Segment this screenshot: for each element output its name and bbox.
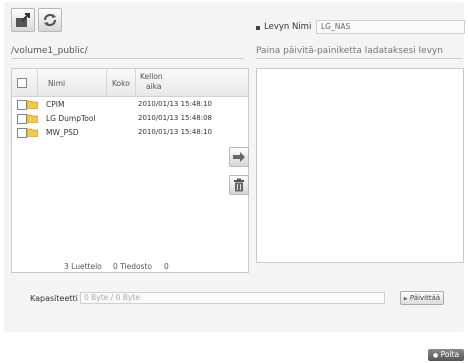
folder-icon	[27, 128, 38, 137]
row-time: 2010/01/13 15:48:08	[138, 114, 213, 122]
play-small-icon: ▶	[403, 296, 408, 302]
upload-icon	[16, 13, 30, 27]
burn-button[interactable]: ● Polta	[428, 349, 464, 361]
file-row[interactable]: LG DumpTool 2010/01/13 15:48:08	[12, 112, 248, 125]
current-path: /volume1_public/	[11, 44, 244, 59]
load-hint: Paina päivitä-painiketta ladataksesi lev…	[256, 44, 462, 59]
column-name-label: Nimi	[48, 79, 66, 88]
disc-file-list	[256, 68, 464, 263]
total-size: 0	[164, 262, 169, 271]
column-time-label-2: aika	[146, 82, 162, 91]
row-checkbox[interactable]	[17, 114, 27, 124]
row-name: MW_PSD	[46, 128, 79, 137]
column-time-label-1: Kellon	[140, 72, 163, 81]
delete-button[interactable]	[229, 175, 249, 195]
folder-icon	[27, 100, 38, 109]
bullet-icon	[256, 26, 260, 30]
row-name: CPIM	[46, 100, 65, 109]
select-all-checkbox[interactable]	[17, 78, 27, 88]
refresh-icon	[43, 13, 57, 27]
row-time: 2010/01/13 15:48:10	[138, 128, 213, 136]
update-button[interactable]: ▶ Päivittää	[400, 291, 444, 305]
file-row[interactable]: CPIM 2010/01/13 15:48:10	[12, 98, 248, 111]
arrow-right-icon	[233, 152, 245, 162]
disc-name-field[interactable]: LG_NAS	[316, 20, 465, 34]
column-name[interactable]: Nimi	[37, 69, 106, 96]
list-header: Nimi Koko Kellon aika	[12, 69, 248, 97]
disc-icon: ●	[432, 352, 439, 359]
refresh-button[interactable]	[38, 8, 62, 32]
row-checkbox[interactable]	[17, 100, 27, 110]
file-count: 0 Tiedosto	[113, 262, 152, 271]
trash-icon	[234, 178, 244, 192]
transfer-button[interactable]	[229, 147, 249, 167]
row-name: LG DumpTool	[46, 114, 96, 123]
burn-button-label: Polta	[440, 350, 460, 359]
disc-name-label: Levyn Nimi	[264, 22, 312, 32]
column-size[interactable]: Koko	[106, 69, 135, 96]
column-time[interactable]: Kellon aika	[135, 69, 249, 96]
column-size-label: Koko	[112, 79, 130, 88]
update-button-label: Päivittää	[409, 294, 441, 302]
local-file-list: Nimi Koko Kellon aika CPIM 2010/01/13 15…	[11, 68, 249, 273]
upload-button[interactable]	[11, 8, 35, 32]
row-checkbox[interactable]	[17, 128, 27, 138]
capacity-field: 0 Byte / 0 Byte	[80, 292, 385, 304]
file-row[interactable]: MW_PSD 2010/01/13 15:48:10	[12, 126, 248, 139]
folder-icon	[27, 114, 38, 123]
capacity-label: Kapasiteetti	[30, 294, 78, 303]
row-time: 2010/01/13 15:48:10	[138, 100, 213, 108]
folder-count: 3 Luettelo	[64, 262, 102, 271]
